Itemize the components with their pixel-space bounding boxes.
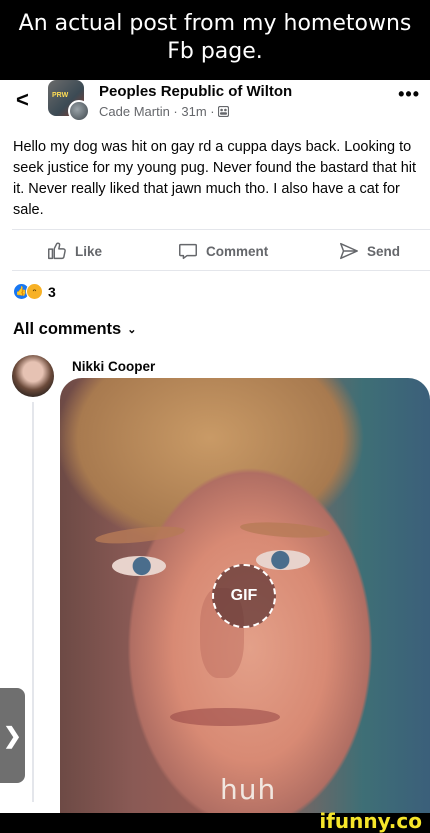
all-comments-label: All comments	[13, 320, 122, 338]
watermark-bar: ifunny.co	[0, 809, 430, 833]
comment-thread-line	[32, 402, 34, 802]
comment-label: Comment	[206, 243, 269, 259]
commenter-name[interactable]: Nikki Cooper	[72, 359, 155, 374]
back-button[interactable]: <	[16, 87, 29, 113]
side-panel-handle[interactable]: ❯	[0, 688, 25, 783]
send-arrow-icon	[340, 242, 358, 260]
send-button[interactable]: Send	[338, 240, 400, 262]
thumbs-up-icon	[48, 242, 66, 260]
group-name[interactable]: Peoples Republic of Wilton	[99, 83, 292, 100]
all-comments-filter[interactable]: All comments ⌄	[13, 320, 136, 339]
like-button[interactable]: Like	[46, 240, 102, 262]
commenter-avatar[interactable]	[12, 355, 54, 397]
more-options-button[interactable]: •••	[398, 84, 420, 105]
like-label: Like	[75, 243, 103, 259]
haha-reaction-icon: ᵔ	[26, 283, 43, 300]
comment-button[interactable]: Comment	[177, 240, 268, 262]
ifunny-logo: ifunny.co	[319, 809, 422, 833]
send-label: Send	[367, 243, 401, 259]
chevron-down-icon: ⌄	[127, 324, 137, 336]
reactions-summary[interactable]: 👍 ᵔ 3	[13, 283, 56, 300]
divider	[12, 270, 430, 271]
comment-gif[interactable]: GIF huh	[60, 378, 430, 813]
post-meta: Cade Martin · 31m ·	[99, 104, 230, 119]
group-avatar[interactable]: PRW	[48, 80, 90, 122]
post-meta-text: Cade Martin · 31m ·	[99, 104, 219, 119]
post-body: Hello my dog was hit on gay rd a cuppa d…	[13, 139, 417, 218]
reaction-count: 3	[48, 283, 56, 300]
facebook-post-screen: < PRW Peoples Republic of Wilton Cade Ma…	[0, 80, 430, 813]
meme-caption: An actual post from my hometowns Fb page…	[0, 0, 430, 80]
meme-caption-line-2: Fb page.	[167, 39, 263, 64]
meme-caption-line-1: An actual post from my hometowns	[18, 11, 412, 36]
author-avatar	[68, 100, 90, 122]
comment-bubble-icon	[179, 243, 197, 260]
gif-caption: huh	[220, 773, 277, 806]
gif-play-badge[interactable]: GIF	[212, 564, 276, 628]
divider	[12, 229, 430, 230]
group-audience-icon	[218, 105, 230, 118]
